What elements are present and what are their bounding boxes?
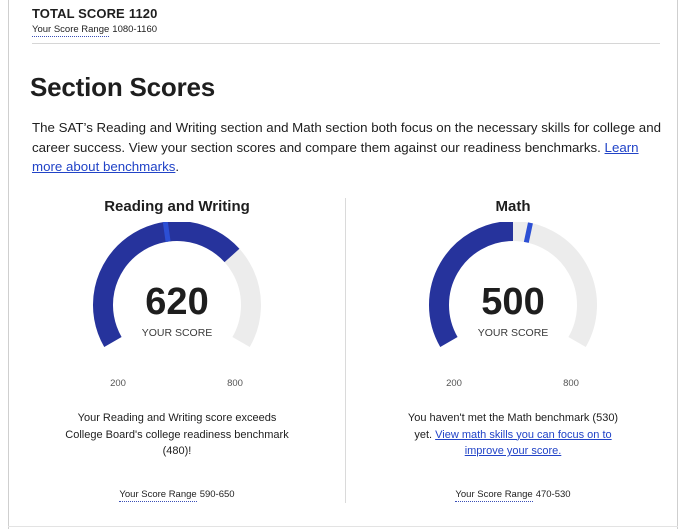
score-range-tooltip-trigger[interactable]: Your Score Range: [32, 24, 110, 37]
rw-range-value: 590-650: [199, 489, 235, 500]
math-score-range: Your Score Range 470-530: [393, 489, 633, 502]
rw-max-label: 800: [227, 378, 243, 389]
rw-score-value: 620: [145, 281, 209, 323]
rw-benchmark-marker: [162, 222, 171, 242]
rw-min-label: 200: [110, 378, 126, 389]
math-max-label: 800: [563, 378, 579, 389]
total-score-label: TOTAL SCORE: [32, 6, 125, 21]
rw-benchmark-message: Your Reading and Writing score exceeds C…: [62, 410, 292, 460]
rw-message-text: Your Reading and Writing score exceeds C…: [65, 412, 289, 457]
rw-score-range: Your Score Range 590-650: [57, 489, 297, 502]
rw-range-tooltip-trigger[interactable]: Your Score Range: [119, 489, 197, 502]
math-score-value: 500: [481, 281, 545, 323]
math-score-label: YOUR SCORE: [477, 327, 549, 339]
math-benchmark-message: You haven't met the Math benchmark (530)…: [398, 410, 628, 460]
total-score-value: 1120: [128, 6, 158, 21]
description-text: The SAT’s Reading and Writing section an…: [32, 120, 661, 155]
math-min-label: 200: [446, 378, 462, 389]
total-score-range: Your Score Range 1080-1160: [32, 24, 158, 37]
view-math-skills-link[interactable]: View math skills you can focus on to imp…: [435, 429, 612, 458]
frame-left-border: [8, 0, 9, 529]
frame-bottom-border: [8, 526, 678, 527]
section-description: The SAT’s Reading and Writing section an…: [32, 118, 664, 177]
frame-right-border: [677, 0, 678, 529]
math-range-tooltip-trigger[interactable]: Your Score Range: [455, 489, 533, 502]
section-separator: [345, 198, 346, 503]
page-title: Section Scores: [30, 72, 216, 102]
rw-score-label: YOUR SCORE: [141, 327, 213, 339]
total-score-range-value: 1080-1160: [112, 24, 158, 35]
math-range-value: 470-530: [535, 489, 571, 500]
total-score: TOTAL SCORE 1120: [32, 6, 157, 21]
header-divider: [32, 43, 660, 44]
math-section-title: Math: [495, 198, 531, 215]
description-end: .: [175, 159, 180, 174]
rw-section-title: Reading and Writing: [104, 198, 250, 215]
